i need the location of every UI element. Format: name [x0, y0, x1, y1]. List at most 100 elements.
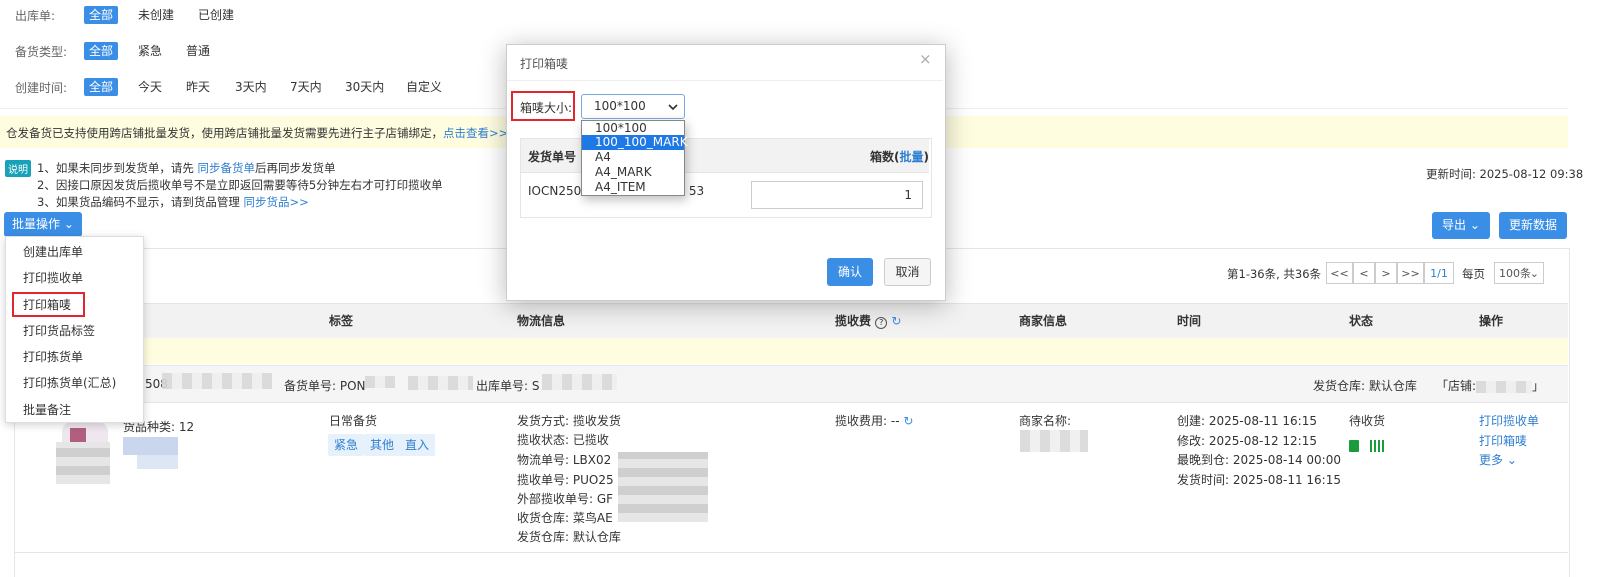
refresh-data-button[interactable]: 更新数据 — [1499, 212, 1567, 239]
header-pickup-fee-label: 揽收费 — [835, 314, 872, 328]
notice-link[interactable]: 点击查看>> — [443, 126, 508, 140]
product-thumbnail — [56, 422, 110, 484]
next-page-button[interactable]: > — [1375, 262, 1397, 284]
first-page-button[interactable]: << — [1326, 262, 1353, 284]
filter-outbound-all[interactable]: 全部 — [84, 6, 119, 24]
box-size-select[interactable]: 100*100 — [581, 94, 685, 119]
confirm-button[interactable]: 确认 — [827, 258, 873, 286]
highlight-box — [511, 91, 575, 121]
per-page-select[interactable]: 100条 ⌄ — [1494, 262, 1544, 284]
tag-other[interactable]: 其他 — [364, 434, 401, 456]
chevron-down-icon — [668, 104, 678, 111]
menu-print-picking[interactable]: 打印拣货单 — [23, 348, 83, 365]
filter-outbound-created[interactable]: 已创建 — [193, 6, 239, 24]
ship-warehouse: 发货仓库: 默认仓库 — [1313, 379, 1417, 393]
barcode-icon[interactable] — [1370, 440, 1384, 452]
cancel-button[interactable]: 取消 — [884, 258, 931, 286]
notice-message: 仓发备货已支持使用跨店铺批量发货，使用跨店铺批量发货需要先进行主子店铺绑定， — [6, 126, 443, 140]
update-time: 更新时间: 2025-08-12 09:38 — [1426, 167, 1584, 181]
tag-urgent[interactable]: 紧急 — [328, 434, 365, 456]
filter-outbound-not-created[interactable]: 未创建 — [133, 6, 179, 24]
batch-operations-button[interactable]: 批量操作 ⌄ — [4, 212, 82, 237]
prev-page-button[interactable]: < — [1353, 262, 1375, 284]
notice-text: 仓发备货已支持使用跨店铺批量发货，使用跨店铺批量发货需要先进行主子店铺绑定，点击… — [6, 125, 508, 141]
header-pickup-fee: 揽收费 ? ↻ — [835, 312, 901, 329]
menu-print-goods-label[interactable]: 打印货品标签 — [23, 322, 95, 339]
outbound-order-number: 出库单号: S — [476, 379, 540, 393]
time-modified: 修改: 2025-08-12 12:15 — [1177, 434, 1317, 448]
logistics-pickup-no: 揽收单号: PUO25 — [517, 473, 614, 487]
export-button[interactable]: 导出 ⌄ — [1432, 212, 1490, 239]
filter-time-yesterday[interactable]: 昨天 — [181, 78, 215, 96]
order-number-prefix: IOCN2508 — [528, 184, 589, 198]
redacted-block — [137, 455, 178, 469]
header-time: 时间 — [1177, 314, 1202, 328]
pagination-summary: 第1-36条, 共36条 — [1227, 267, 1322, 281]
redacted-block — [123, 437, 178, 455]
col-boxes-end: ) — [923, 150, 929, 164]
redacted-block — [162, 373, 272, 389]
filter-time-all[interactable]: 全部 — [84, 78, 119, 96]
batch-set-boxes-link[interactable]: 批量 — [900, 150, 924, 164]
filter-outbound-label: 出库单: — [15, 9, 56, 23]
header-logistics: 物流信息 — [517, 314, 566, 328]
filter-time-7days[interactable]: 7天内 — [285, 78, 327, 96]
order-number-suffix: 53 — [688, 184, 705, 198]
box-count-input[interactable]: 1 — [751, 181, 923, 209]
menu-print-picking-summary[interactable]: 打印拣货单(汇总) — [23, 374, 116, 391]
image-fragment — [56, 442, 110, 484]
redacted-block — [542, 374, 617, 390]
pickup-fee: 揽收费用: -- ↻ — [835, 412, 913, 429]
col-boxes-label: 箱数( — [870, 150, 900, 164]
sync-stock-order-link[interactable]: 同步备货单 — [197, 161, 255, 175]
close-icon[interactable]: × — [919, 50, 932, 68]
help-icon[interactable]: ? — [875, 317, 888, 329]
filter-time-30days[interactable]: 30天内 — [340, 78, 389, 96]
instruction-3-text: 3、如果货品编码不显示，请到货品管理 — [37, 195, 244, 209]
size-option-a4-item[interactable]: A4_ITEM — [582, 180, 684, 195]
print-box-mark-link[interactable]: 打印箱唛 — [1479, 432, 1527, 449]
box-size-value: 100*100 — [594, 99, 646, 113]
box-count-value: 1 — [904, 188, 912, 202]
filter-stock-type-urgent[interactable]: 紧急 — [133, 42, 167, 60]
size-option-a4[interactable]: A4 — [582, 150, 684, 165]
tag-title: 日常备货 — [329, 414, 378, 428]
stock-order-number: 备货单号: PON — [284, 379, 366, 393]
header-actions: 操作 — [1479, 314, 1504, 328]
print-pickup-order-link[interactable]: 打印揽收单 — [1479, 412, 1539, 429]
logistics-tracking-no: 物流单号: LBX02 — [517, 453, 612, 467]
filter-time-3days[interactable]: 3天内 — [230, 78, 272, 96]
warning-strip — [14, 338, 1568, 364]
export-label: 导出 — [1442, 218, 1467, 232]
menu-print-pickup[interactable]: 打印揽收单 — [23, 269, 83, 286]
refresh-icon[interactable]: ↻ — [903, 414, 913, 428]
sync-goods-link[interactable]: 同步货品>> — [243, 195, 308, 209]
store-info: 「店铺: 」 — [1436, 377, 1544, 394]
highlight-box — [12, 292, 85, 317]
chevron-down-icon: ⌄ — [60, 217, 74, 231]
document-icon[interactable] — [1349, 440, 1359, 452]
menu-batch-remark[interactable]: 批量备注 — [23, 401, 71, 418]
menu-create-outbound[interactable]: 创建出库单 — [23, 243, 83, 260]
last-page-button[interactable]: >> — [1397, 262, 1424, 284]
time-shipped: 发货时间: 2025-08-11 16:15 — [1177, 473, 1341, 487]
chevron-down-icon: ⌄ — [1529, 267, 1539, 280]
filter-time-today[interactable]: 今天 — [133, 78, 167, 96]
filter-time-custom[interactable]: 自定义 — [401, 78, 447, 96]
size-option-a4-mark[interactable]: A4_MARK — [582, 165, 684, 180]
redacted-block — [1020, 430, 1088, 452]
logistics-ship-warehouse: 发货仓库: 默认仓库 — [517, 530, 621, 544]
tag-direct[interactable]: 直入 — [399, 434, 436, 456]
filter-stock-type-normal[interactable]: 普通 — [181, 42, 215, 60]
size-option-100x100[interactable]: 100*100 — [582, 121, 684, 135]
redacted-block — [618, 452, 708, 522]
filter-stock-type-all[interactable]: 全部 — [84, 42, 119, 60]
refresh-icon[interactable]: ↻ — [891, 314, 901, 328]
logistics-ship-method: 发货方式: 揽收发货 — [517, 414, 621, 428]
chevron-down-icon: ⌄ — [1503, 453, 1517, 467]
time-latest-arrival: 最晚到仓: 2025-08-14 00:00 — [1177, 453, 1341, 467]
more-actions-link[interactable]: 更多 ⌄ — [1479, 451, 1517, 468]
size-option-100-100-mark[interactable]: 100_100_MARK — [582, 135, 688, 150]
header-status: 状态 — [1349, 314, 1374, 328]
header-tags: 标签 — [329, 314, 354, 328]
